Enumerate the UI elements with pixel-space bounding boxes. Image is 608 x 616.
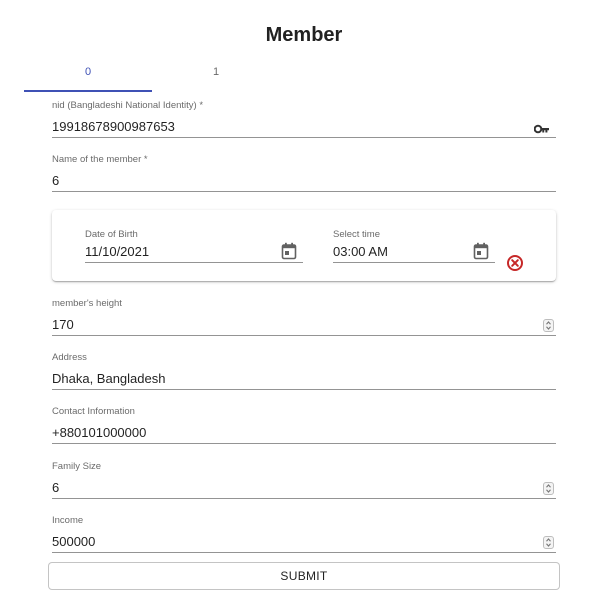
select-time-value: 03:00 AM xyxy=(333,244,388,259)
select-time-input[interactable]: 03:00 AM xyxy=(333,241,495,263)
contact-label: Contact Information xyxy=(52,406,135,417)
tab-indicator xyxy=(24,90,152,92)
family-size-input[interactable]: 6 xyxy=(52,473,556,499)
nid-label: nid (Bangladeshi National Identity) * xyxy=(52,100,204,111)
contact-value: +880101000000 xyxy=(52,425,147,440)
calendar-icon[interactable] xyxy=(473,242,489,265)
number-spinner[interactable] xyxy=(543,536,554,549)
income-label: Income xyxy=(52,515,84,526)
submit-button[interactable]: SUBMIT xyxy=(48,562,560,590)
date-time-card: Date of Birth 11/10/2021 Select time 03:… xyxy=(52,210,556,281)
number-spinner[interactable] xyxy=(543,319,554,332)
member-name-value: 6 xyxy=(52,173,60,188)
address-field: Address Dhaka, Bangladesh xyxy=(52,352,556,390)
date-of-birth-field: Date of Birth 11/10/2021 xyxy=(85,229,303,263)
member-name-field: Name of the member * 6 xyxy=(52,154,556,192)
member-height-value: 170 xyxy=(52,317,74,332)
tab-bar: 0 1 xyxy=(24,58,280,92)
tab-0[interactable]: 0 xyxy=(24,58,152,92)
family-size-field: Family Size 6 xyxy=(52,461,556,499)
address-value: Dhaka, Bangladesh xyxy=(52,371,166,386)
date-of-birth-label: Date of Birth xyxy=(85,229,138,240)
member-height-input[interactable]: 170 xyxy=(52,310,556,336)
member-height-label: member's height xyxy=(52,298,122,309)
select-time-field: Select time 03:00 AM xyxy=(333,229,495,263)
number-spinner[interactable] xyxy=(543,482,554,495)
member-name-label: Name of the member * xyxy=(52,154,148,165)
nid-value: 19918678900987653 xyxy=(52,119,175,134)
income-input[interactable]: 500000 xyxy=(52,527,556,553)
nid-input[interactable]: 19918678900987653 xyxy=(52,112,556,138)
select-time-label: Select time xyxy=(333,229,380,240)
tab-1[interactable]: 1 xyxy=(152,58,280,92)
date-of-birth-input[interactable]: 11/10/2021 xyxy=(85,241,303,263)
family-size-label: Family Size xyxy=(52,461,102,472)
key-icon xyxy=(533,121,550,139)
contact-field: Contact Information +880101000000 xyxy=(52,406,556,444)
member-name-input[interactable]: 6 xyxy=(52,166,556,192)
nid-field: nid (Bangladeshi National Identity) * 19… xyxy=(52,100,556,138)
contact-input[interactable]: +880101000000 xyxy=(52,418,556,444)
family-size-value: 6 xyxy=(52,480,60,495)
close-circle-icon[interactable] xyxy=(506,254,524,277)
member-height-field: member's height 170 xyxy=(52,298,556,336)
date-of-birth-value: 11/10/2021 xyxy=(85,244,150,259)
income-value: 500000 xyxy=(52,534,96,549)
income-field: Income 500000 xyxy=(52,515,556,553)
calendar-icon[interactable] xyxy=(281,242,297,265)
address-label: Address xyxy=(52,352,87,363)
form-title: Member xyxy=(265,24,343,46)
address-input[interactable]: Dhaka, Bangladesh xyxy=(52,364,556,390)
